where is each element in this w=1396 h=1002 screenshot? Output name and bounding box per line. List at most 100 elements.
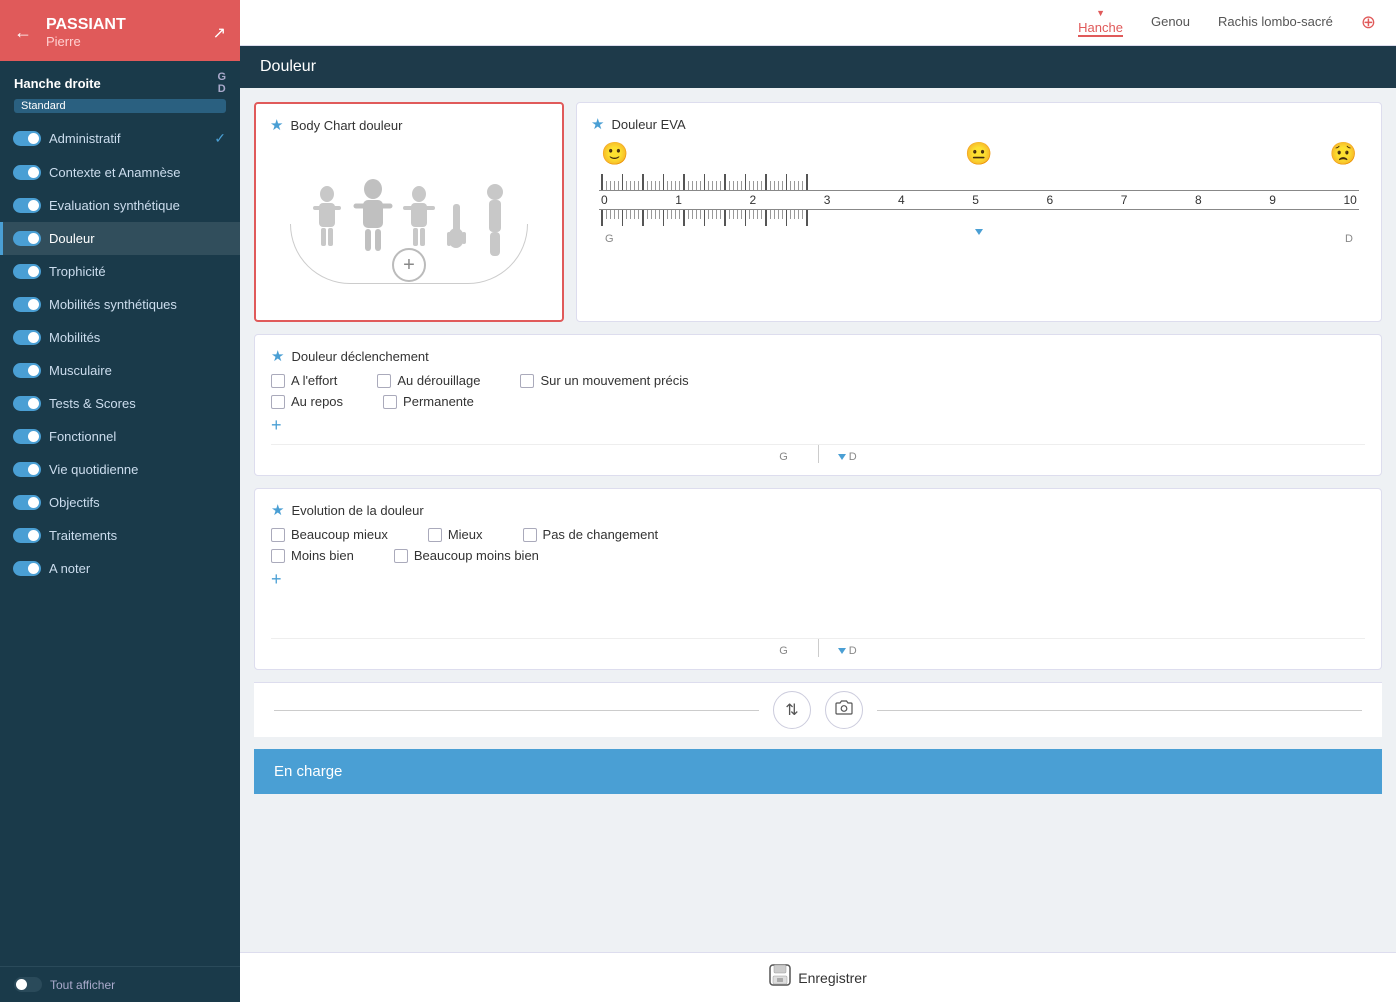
add-declenchement-button[interactable]: + (271, 415, 1365, 436)
nav-rachis[interactable]: Rachis lombo-sacré (1218, 14, 1333, 31)
save-label: Enregistrer (798, 970, 866, 986)
cb-pas-changement[interactable] (523, 528, 537, 542)
sidebar-item-evaluation[interactable]: Evaluation synthétique (0, 189, 240, 222)
toggle-objectifs[interactable] (13, 495, 41, 510)
checkbox-repos[interactable]: Au repos (271, 394, 343, 409)
sidebar-item-administratif[interactable]: Administratif ✓ (0, 121, 240, 156)
body-chart-card[interactable]: ★ Body Chart douleur (254, 102, 564, 322)
cb-permanente[interactable] (383, 395, 397, 409)
sidebar-label-tests: Tests & Scores (49, 396, 136, 411)
cb-beaucoup-mieux[interactable] (271, 528, 285, 542)
checkbox-moins-bien[interactable]: Moins bien (271, 548, 354, 563)
cb-derouillage[interactable] (377, 374, 391, 388)
sidebar-item-fonctionnel[interactable]: Fonctionnel (0, 420, 240, 453)
patient-name: PASSIANT (46, 16, 203, 34)
scroll-button[interactable]: ⇅ (773, 691, 811, 729)
checkbox-beaucoup-moins-bien[interactable]: Beaucoup moins bien (394, 548, 539, 563)
toggle-tout-afficher[interactable] (14, 977, 42, 992)
toggle-a-noter[interactable] (13, 561, 41, 576)
sidebar-item-vie-quotidienne[interactable]: Vie quotidienne (0, 453, 240, 486)
eva-card: ★ Douleur EVA 🙂 😐 😟 (576, 102, 1382, 322)
camera-button[interactable] (825, 691, 863, 729)
toggle-mobilites[interactable] (13, 330, 41, 345)
cb-repos[interactable] (271, 395, 285, 409)
add-evolution-button[interactable]: + (271, 569, 1365, 590)
body-chart-label: Body Chart douleur (290, 118, 402, 133)
checkbox-derouillage[interactable]: Au dérouillage (377, 373, 480, 388)
nav-genou[interactable]: Genou (1151, 14, 1190, 31)
sidebar-footer: Tout afficher (0, 966, 240, 1002)
sidebar-label-a-noter: A noter (49, 561, 90, 576)
back-button[interactable]: ← (14, 22, 32, 43)
eva-title: ★ Douleur EVA (591, 115, 1367, 133)
sidebar-label-mobilites: Mobilités (49, 330, 100, 345)
en-charge-label: En charge (274, 763, 342, 780)
sidebar-header: ← PASSIANT Pierre ↗ (0, 0, 240, 61)
sidebar-label-administratif: Administratif (49, 131, 121, 146)
toggle-evaluation[interactable] (13, 198, 41, 213)
toggle-musculaire[interactable] (13, 363, 41, 378)
sidebar-item-mobilites[interactable]: Mobilités (0, 321, 240, 354)
sidebar: ← PASSIANT Pierre ↗ Hanche droite GD Sta… (0, 0, 240, 1002)
toggle-trophicite[interactable] (13, 264, 41, 279)
toggle-traitements[interactable] (13, 528, 41, 543)
star-icon-eva: ★ (591, 115, 604, 133)
top-row: ★ Body Chart douleur (254, 102, 1382, 322)
checkbox-beaucoup-mieux[interactable]: Beaucoup mieux (271, 527, 388, 542)
sidebar-item-douleur[interactable]: Douleur (0, 222, 240, 255)
toggle-tests[interactable] (13, 396, 41, 411)
sidebar-item-tests[interactable]: Tests & Scores (0, 387, 240, 420)
check-administratif: ✓ (214, 130, 226, 147)
cb-effort[interactable] (271, 374, 285, 388)
toggle-administratif[interactable] (13, 131, 41, 146)
checkbox-mouvement-precis[interactable]: Sur un mouvement précis (520, 373, 688, 388)
divider-right (877, 710, 1362, 711)
sidebar-item-contexte[interactable]: Contexte et Anamnèse (0, 156, 240, 189)
sidebar-item-traitements[interactable]: Traitements (0, 519, 240, 552)
sidebar-item-musculaire[interactable]: Musculaire (0, 354, 240, 387)
en-charge-bar[interactable]: En charge (254, 749, 1382, 794)
sidebar-item-trophicite[interactable]: Trophicité (0, 255, 240, 288)
trend-icon: ↗ (213, 23, 226, 43)
cb-beaucoup-moins-bien[interactable] (394, 549, 408, 563)
divider-left (274, 710, 759, 711)
cb-mieux[interactable] (428, 528, 442, 542)
add-nav-button[interactable]: ⊕ (1361, 12, 1376, 33)
toggle-fonctionnel[interactable] (13, 429, 41, 444)
declenchement-footer: G D (271, 444, 1365, 463)
star-icon-body: ★ (270, 116, 283, 134)
checkbox-permanente[interactable]: Permanente (383, 394, 474, 409)
cb-moins-bien[interactable] (271, 549, 285, 563)
eva-scale-container[interactable]: 01234 5678910 (591, 171, 1367, 229)
down-marker-declenchement (838, 454, 846, 460)
sidebar-item-mobilites-syn[interactable]: Mobilités synthétiques (0, 288, 240, 321)
save-button[interactable]: Enregistrer (769, 964, 866, 992)
nav-hanche[interactable]: ▼ Hanche (1078, 8, 1123, 37)
declenchement-marker: D (838, 451, 857, 463)
toggle-contexte[interactable] (13, 165, 41, 180)
toggle-douleur[interactable] (13, 231, 41, 246)
patient-firstname: Pierre (46, 34, 203, 49)
evolution-label-d: D (849, 645, 857, 657)
face-happy: 🙂 (601, 141, 628, 167)
evolution-row2: Moins bien Beaucoup moins bien (271, 548, 1365, 563)
sidebar-label-objectifs: Objectifs (49, 495, 100, 510)
eva-numbers: 01234 5678910 (599, 191, 1359, 207)
sidebar-label-musculaire: Musculaire (49, 363, 112, 378)
content-area: ★ Body Chart douleur (240, 88, 1396, 952)
sidebar-label-trophicite: Trophicité (49, 264, 106, 279)
eva-gd-labels: G D (591, 229, 1367, 245)
evolution-footer: G D (271, 638, 1365, 657)
checkbox-pas-changement[interactable]: Pas de changement (523, 527, 659, 542)
sidebar-item-objectifs[interactable]: Objectifs (0, 486, 240, 519)
declenchement-row2: Au repos Permanente (271, 394, 1365, 409)
checkbox-mieux[interactable]: Mieux (428, 527, 483, 542)
toggle-mobilites-syn[interactable] (13, 297, 41, 312)
standard-badge: Standard (14, 99, 226, 113)
checkbox-effort[interactable]: A l'effort (271, 373, 337, 388)
evolution-label: Evolution de la douleur (291, 503, 423, 518)
cb-mouvement-precis[interactable] (520, 374, 534, 388)
toggle-vie-quotidienne[interactable] (13, 462, 41, 477)
sidebar-item-a-noter[interactable]: A noter (0, 552, 240, 585)
scroll-icon: ⇅ (785, 700, 798, 720)
